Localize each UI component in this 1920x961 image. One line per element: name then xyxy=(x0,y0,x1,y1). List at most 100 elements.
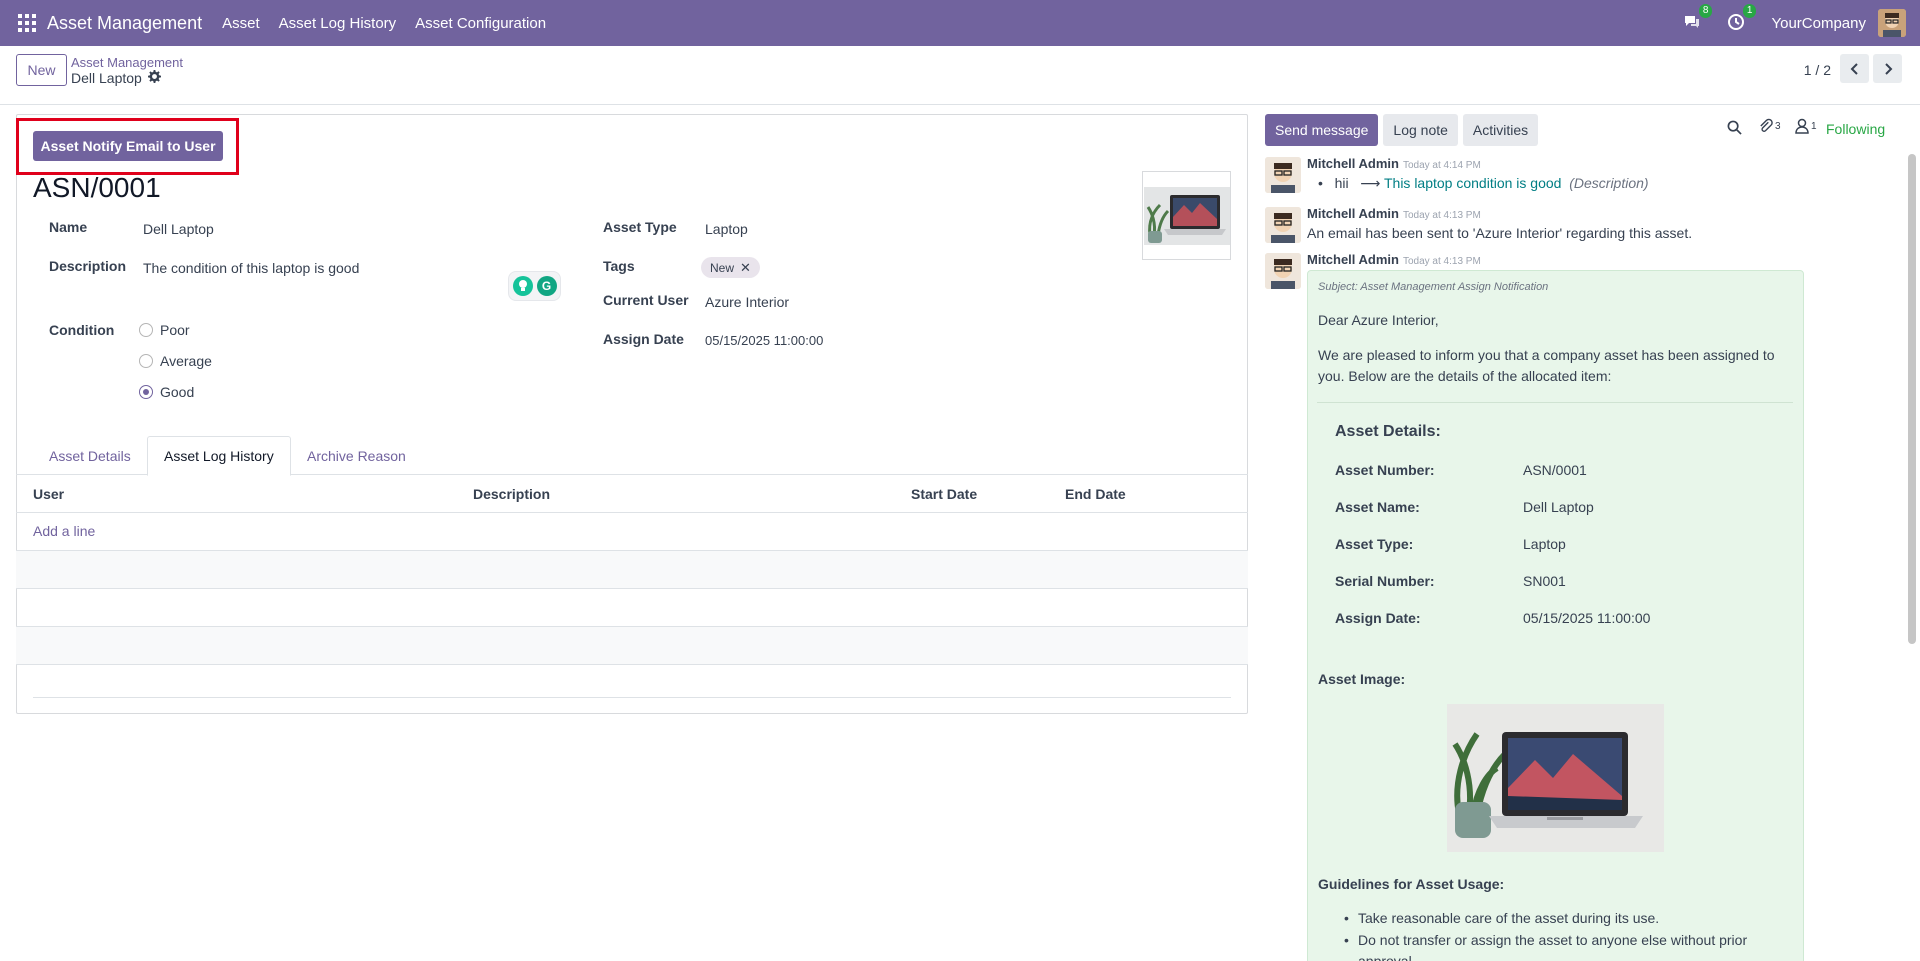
condition-poor-label[interactable]: Poor xyxy=(160,322,190,338)
email-intro-line: you. Below are the details of the alloca… xyxy=(1318,368,1612,384)
breadcrumb-parent[interactable]: Asset Management xyxy=(71,55,183,70)
tracking-new-value: This laptop condition is good xyxy=(1383,175,1562,191)
email-divider xyxy=(1317,402,1793,403)
table-footer xyxy=(33,697,1231,698)
notebook-tabs: Asset Details Asset Log History Archive … xyxy=(16,436,1248,476)
breadcrumb-current-label: Dell Laptop xyxy=(71,70,142,86)
detail-value: Dell Laptop xyxy=(1523,499,1594,515)
asset-notify-email-button[interactable]: Asset Notify Email to User xyxy=(33,131,223,161)
detail-label: Assign Date: xyxy=(1335,610,1421,626)
grammarly-widget[interactable]: G xyxy=(508,271,561,301)
attachment-icon[interactable]: 3 xyxy=(1758,118,1781,134)
apps-menu-icon[interactable] xyxy=(18,14,36,32)
description-field[interactable]: The condition of this laptop is good xyxy=(143,260,359,276)
chatter-scrollbar[interactable] xyxy=(1908,154,1916,644)
following-toggle[interactable]: Following xyxy=(1826,121,1885,137)
menu-asset[interactable]: Asset xyxy=(222,15,260,32)
activities-badge: 1 xyxy=(1742,4,1757,18)
pager-value[interactable]: 1 / 2 xyxy=(1804,62,1831,78)
company-switcher[interactable]: YourCompany xyxy=(1771,15,1866,32)
tracking-value: • hii ⟶ This laptop condition is good (D… xyxy=(1318,175,1649,192)
app-brand[interactable]: Asset Management xyxy=(47,13,202,34)
messages-icon[interactable]: 8 xyxy=(1683,4,1713,33)
column-end-date[interactable]: End Date xyxy=(1065,486,1126,502)
avatar[interactable] xyxy=(1265,157,1301,193)
asset-type-field[interactable]: Laptop xyxy=(705,221,748,237)
detail-label: Serial Number: xyxy=(1335,573,1435,589)
detail-value: 05/15/2025 11:00:00 xyxy=(1523,610,1651,626)
column-start-date[interactable]: Start Date xyxy=(911,486,977,502)
add-line-link[interactable]: Add a line xyxy=(33,523,95,539)
activities-button[interactable]: Activities xyxy=(1462,114,1539,146)
avatar[interactable] xyxy=(1265,253,1301,289)
condition-good-label[interactable]: Good xyxy=(160,384,194,400)
name-label: Name xyxy=(49,219,88,235)
detail-value: SN001 xyxy=(1523,573,1566,589)
condition-average-radio[interactable] xyxy=(139,354,153,368)
author-name: Mitchell Admin xyxy=(1307,156,1399,171)
asset-image xyxy=(1447,704,1664,852)
column-user[interactable]: User xyxy=(33,486,64,502)
current-user-field[interactable]: Azure Interior xyxy=(705,294,789,310)
detail-label: Asset Number: xyxy=(1335,462,1435,478)
message-time: Today at 4:14 PM xyxy=(1402,160,1481,171)
followers-icon[interactable]: 1 xyxy=(1795,118,1817,134)
condition-good-radio[interactable] xyxy=(139,385,153,399)
assign-date-field[interactable]: 05/15/2025 11:00:00 xyxy=(705,333,823,348)
message-author[interactable]: Mitchell Admin Today at 4:13 PM xyxy=(1307,206,1481,221)
new-button[interactable]: New xyxy=(16,54,67,86)
email-intro-line: We are pleased to inform you that a comp… xyxy=(1318,347,1775,363)
breadcrumb-current: Dell Laptop xyxy=(71,70,161,86)
control-panel: New Asset Management Dell Laptop 1 / 2 xyxy=(0,46,1920,105)
message-body: An email has been sent to 'Azure Interio… xyxy=(1307,225,1693,241)
tag-label: New xyxy=(710,260,735,275)
message-time: Today at 4:13 PM xyxy=(1402,210,1481,221)
detail-value: ASN/0001 xyxy=(1523,462,1587,478)
tab-archive-reason[interactable]: Archive Reason xyxy=(291,436,422,476)
author-name: Mitchell Admin xyxy=(1307,252,1399,267)
condition-average-label[interactable]: Average xyxy=(160,353,212,369)
column-description[interactable]: Description xyxy=(473,486,550,502)
bullet: • xyxy=(1318,175,1323,191)
record-title: ASN/0001 xyxy=(33,172,161,203)
message-author[interactable]: Mitchell Admin Today at 4:14 PM xyxy=(1307,156,1481,171)
lightbulb-icon xyxy=(512,276,533,296)
table-row xyxy=(16,589,1248,627)
asset-image-heading: Asset Image: xyxy=(1318,671,1406,687)
attachments-count: 3 xyxy=(1775,120,1781,132)
activities-icon[interactable]: 1 xyxy=(1727,4,1757,33)
menu-asset-log-history[interactable]: Asset Log History xyxy=(279,15,397,32)
log-table-header: User Description Start Date End Date xyxy=(16,475,1248,513)
detail-label: Asset Name: xyxy=(1335,499,1420,515)
current-user-label: Current User xyxy=(603,292,689,308)
send-message-button[interactable]: Send message xyxy=(1265,114,1379,146)
guideline-item: Take reasonable care of the asset during… xyxy=(1344,910,1659,926)
tags-label: Tags xyxy=(603,258,635,274)
search-icon[interactable] xyxy=(1727,120,1742,135)
asset-image-thumbnail[interactable] xyxy=(1142,171,1231,260)
assign-date-label: Assign Date xyxy=(603,331,684,347)
pager-previous-button[interactable] xyxy=(1840,54,1869,83)
gear-icon[interactable] xyxy=(147,70,161,86)
menu-asset-configuration[interactable]: Asset Configuration xyxy=(415,15,546,32)
tab-asset-log-history[interactable]: Asset Log History xyxy=(147,436,291,476)
log-note-button[interactable]: Log note xyxy=(1383,114,1458,146)
table-row xyxy=(16,627,1248,665)
pager-next-button[interactable] xyxy=(1873,54,1902,83)
email-subject: Subject: Asset Management Assign Notific… xyxy=(1318,281,1549,293)
message-author[interactable]: Mitchell Admin Today at 4:13 PM xyxy=(1307,252,1481,267)
user-avatar[interactable] xyxy=(1878,9,1906,37)
grammarly-icon: G xyxy=(536,276,557,296)
name-field[interactable]: Dell Laptop xyxy=(143,221,214,237)
tab-asset-details[interactable]: Asset Details xyxy=(33,436,147,476)
table-row xyxy=(16,513,1248,551)
avatar[interactable] xyxy=(1265,207,1301,243)
remove-tag-icon[interactable]: ✕ xyxy=(740,260,751,276)
table-row xyxy=(16,551,1248,589)
tracking-field-name: (Description) xyxy=(1569,175,1649,191)
guideline-item: Do not transfer or assign the asset to a… xyxy=(1344,932,1747,948)
messages-badge: 8 xyxy=(1698,4,1713,18)
condition-poor-radio[interactable] xyxy=(139,323,153,337)
asset-details-heading: Asset Details: xyxy=(1335,423,1441,440)
table-row xyxy=(16,665,1248,667)
